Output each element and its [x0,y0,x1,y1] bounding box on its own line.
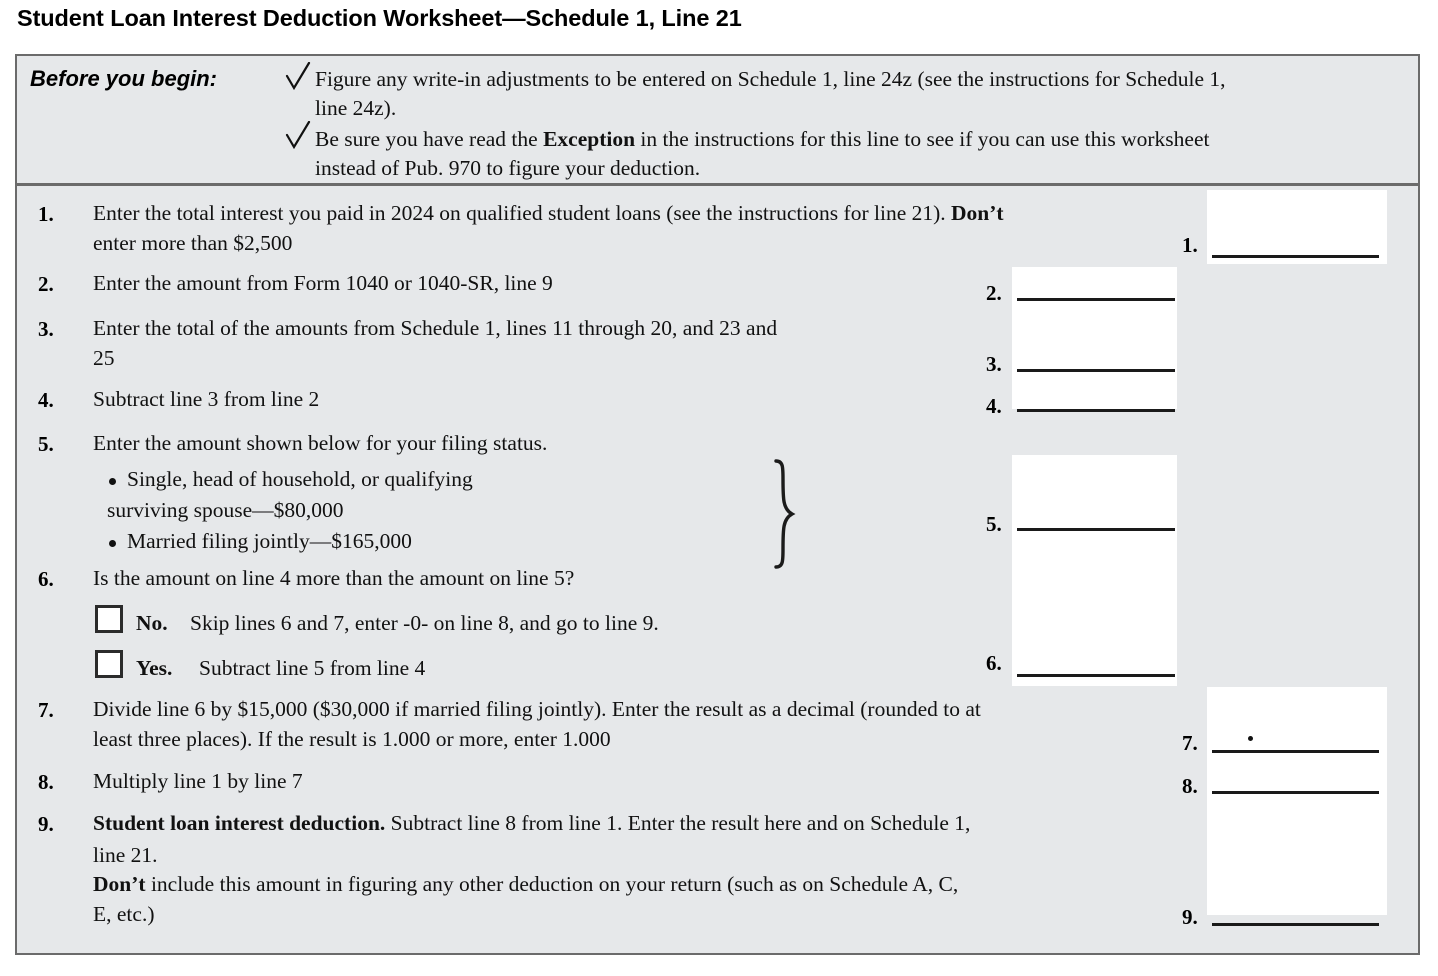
line-5-answer-rule [1017,528,1175,531]
lines-7-9-answer-column[interactable] [1207,687,1387,915]
line-6-no-label: No. [136,611,168,635]
before-you-begin-label: Before you begin: [30,66,218,91]
line-1-text-b: enter more than $2,500 [93,231,293,255]
line-7-answer-number: 7. [1182,731,1198,755]
line-1-dot-leader: ........................................… [348,246,1183,252]
line-1-answer-rule [1212,255,1379,258]
line-5-bullet-1: Single, head of household, or qualifying [127,467,473,491]
line-6-answer-box[interactable] [1012,625,1177,686]
section-divider [15,183,1420,186]
line-4-answer-rule [1017,409,1175,412]
worksheet-page: Student Loan Interest Deduction Workshee… [0,0,1438,976]
line-2-dot-leader: ........................................… [660,287,980,293]
line-7-answer-rule [1212,750,1379,753]
byb-item-1-line-1: Figure any write-in adjustments to be en… [315,67,1226,91]
line-3-number: 3. [38,317,54,341]
line-9-text-b: line 21. [93,843,158,867]
line-2-number: 2. [38,272,54,296]
byb-item-1-line-2: line 24z). [315,96,397,120]
line-1-answer-number: 1. [1182,233,1198,257]
line-1-answer-box[interactable] [1207,190,1387,264]
line-8-answer-number: 8. [1182,774,1198,798]
line-3-text-b: 25 [93,346,115,370]
line-8-text: Multiply line 1 by line 7 [93,769,303,793]
line-6-no-checkbox[interactable] [95,605,123,633]
line-4-answer-number: 4. [986,394,1002,418]
line-9-text-d: E, etc.) [93,902,155,926]
line-9-text-c-post: include this amount in figuring any othe… [145,872,959,896]
line-8-number: 8. [38,770,54,794]
line-5-text: Enter the amount shown below for your fi… [93,431,548,455]
line-6-yes-text: Subtract line 5 from line 4 [199,656,426,680]
line-8-dot-leader: ........................................… [345,785,1175,791]
line-2-answer-rule [1017,298,1175,301]
page-title: Student Loan Interest Deduction Workshee… [17,5,742,31]
line-7-dot-leader: ........................................… [720,742,1175,748]
line-6-dot-leader: ........................................… [491,671,961,677]
line-1-text-pre: Enter the total interest you paid in 202… [93,201,952,225]
checkmark-icon [285,62,311,92]
line-5-answer-number: 5. [986,512,1002,536]
line-8-answer-rule [1212,791,1379,794]
line-2-answer-number: 2. [986,281,1002,305]
line-6-yes-checkbox[interactable] [95,650,123,678]
byb-item-2-line-2: instead of Pub. 970 to figure your deduc… [315,156,701,180]
line-7-text-a: Divide line 6 by $15,000 ($30,000 if mar… [93,697,981,721]
line-3-text-a: Enter the total of the amounts from Sche… [93,316,778,340]
line-1-text-dont: Don’t [951,201,1004,225]
line-6-answer-rule [1017,674,1175,677]
byb-item-2-exception: Exception [543,127,636,151]
checkmark-icon [285,121,311,151]
line-4-number: 4. [38,388,54,412]
line-9-text-a-post: Subtract line 8 from line 1. Enter the r… [385,811,971,835]
line-3-answer-rule [1017,369,1175,372]
line-3-answer-number: 3. [986,352,1002,376]
line-2-text: Enter the amount from Form 1040 or 1040-… [93,271,553,295]
line-9-text-c: Don’t include this amount in figuring an… [93,871,958,897]
line-7-decimal-point [1248,736,1253,741]
line-5-number: 5. [38,432,54,456]
line-9-dot-leader: ........................................… [185,917,1180,923]
lines-2-4-answer-column[interactable] [1012,267,1177,409]
filing-status-brace [770,459,804,569]
line-9-number: 9. [38,812,54,836]
line-9-text-a: Student loan interest deduction. Subtrac… [93,810,970,836]
line-9-answer-number: 9. [1182,905,1198,929]
bullet-icon [109,478,116,485]
line-7-number: 7. [38,698,54,722]
line-9-answer-rule [1212,923,1379,926]
line-4-text: Subtract line 3 from line 2 [93,387,320,411]
byb-item-2-post: in the instructions for this line to see… [635,127,1210,151]
line-6-answer-number: 6. [986,651,1002,675]
line-6-no-text: Skip lines 6 and 7, enter -0- on line 8,… [190,611,659,635]
line-5-bullet-1-cont: surviving spouse—$80,000 [107,498,344,522]
byb-item-2-pre: Be sure you have read the [315,127,544,151]
bullet-icon [109,540,116,547]
line-3-dot-leader: ........................................… [125,361,980,367]
line-1-number: 1. [38,202,54,226]
line-7-text-b: least three places). If the result is 1.… [93,727,611,751]
line-5-dot-leader: ............... [825,514,955,520]
line-6-yes-label: Yes. [136,656,173,680]
line-1-text-a: Enter the total interest you paid in 202… [93,200,1004,226]
line-6-number: 6. [38,567,54,591]
line-6-text: Is the amount on line 4 more than the am… [93,566,575,590]
line-9-bold-heading: Student loan interest deduction. [93,811,386,835]
byb-item-2-line-1: Be sure you have read the Exception in t… [315,126,1209,152]
line-4-dot-leader: ........................................… [383,403,980,409]
line-5-bullet-2: Married filing jointly—$165,000 [127,529,412,553]
line-9-dont: Don’t [93,872,146,896]
